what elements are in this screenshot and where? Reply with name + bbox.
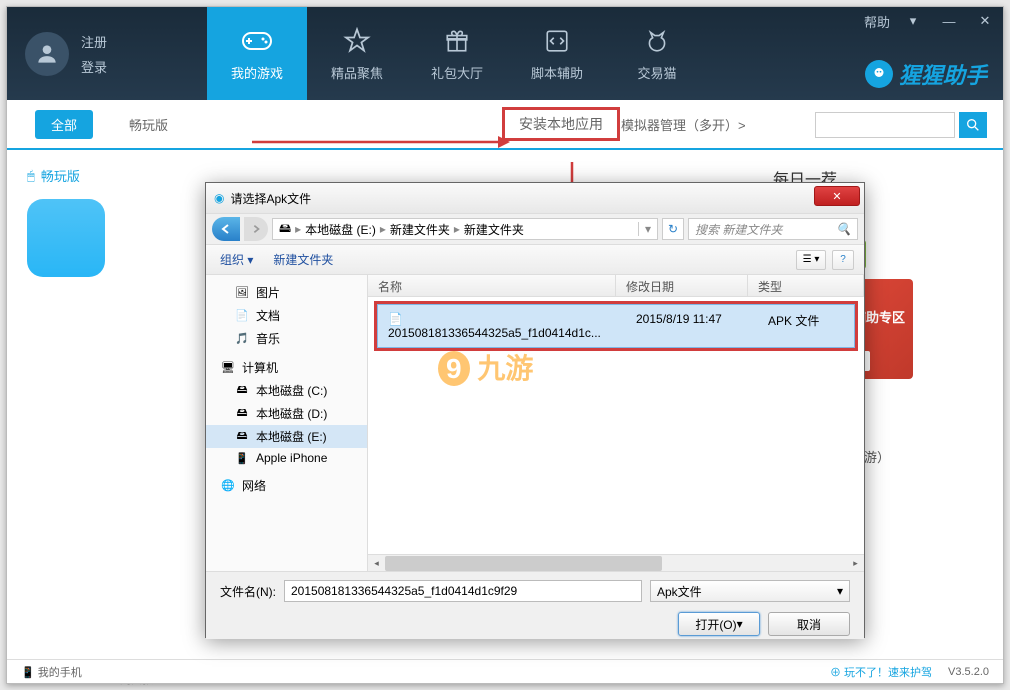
breadcrumb[interactable]: 🖴 ▸ 本地磁盘 (E:)▸ 新建文件夹▸ 新建文件夹 ▾ bbox=[272, 218, 658, 240]
install-local-button[interactable]: 安装本地应用 bbox=[502, 107, 620, 141]
help-button[interactable]: 帮助 bbox=[859, 7, 895, 35]
nav-forward-button[interactable] bbox=[244, 217, 268, 241]
emulator-manager-link[interactable]: 模拟器管理（多开）> bbox=[621, 115, 746, 134]
minimize-button[interactable]: — bbox=[931, 7, 967, 35]
watermark: 9 九游 bbox=[438, 347, 533, 387]
code-icon bbox=[541, 25, 573, 57]
register-link[interactable]: 注册 bbox=[81, 32, 107, 51]
dialog-title: 请选择Apk文件 bbox=[230, 190, 311, 207]
star-icon bbox=[341, 25, 373, 57]
dialog-close-button[interactable]: ✕ bbox=[814, 186, 860, 206]
search-icon bbox=[965, 117, 981, 133]
dropdown-button[interactable]: ▾ bbox=[895, 7, 931, 35]
tree-pictures[interactable]: 🖼图片 bbox=[206, 281, 367, 304]
folder-tree[interactable]: 🖼图片 📄文档 🎵音乐 🖥计算机 🖴本地磁盘 (C:) 🖴本地磁盘 (D:) 🖴… bbox=[206, 275, 368, 571]
login-link[interactable]: 登录 bbox=[81, 57, 107, 76]
tree-computer[interactable]: 🖥计算机 bbox=[206, 356, 367, 379]
header: 注册 登录 我的游戏 精品聚焦 礼包大厅 脚本辅助 交 bbox=[7, 7, 1003, 100]
annotation-arrow-1 bbox=[252, 132, 512, 152]
annotation-highlight: 📄 201508181336544325a5_f1d0414d1c... 201… bbox=[374, 301, 858, 351]
gift-icon bbox=[441, 25, 473, 57]
filename-input[interactable] bbox=[284, 580, 642, 602]
view-mode-button[interactable]: ☰ ▾ bbox=[796, 250, 826, 270]
open-button[interactable]: 打开(O) ▾ bbox=[678, 612, 760, 636]
dialog-search-input[interactable]: 搜索 新建文件夹 🔍 bbox=[688, 218, 858, 240]
search-input[interactable] bbox=[815, 112, 955, 138]
tab-scripts[interactable]: 脚本辅助 bbox=[507, 7, 607, 100]
file-open-dialog: ◉ 请选择Apk文件 ✕ 🖴 ▸ 本地磁盘 (E:)▸ 新建文件夹▸ 新建文件夹… bbox=[205, 182, 865, 638]
search-button[interactable] bbox=[959, 112, 987, 138]
tree-drive-c[interactable]: 🖴本地磁盘 (C:) bbox=[206, 379, 367, 402]
version-label: V3.5.2.0 bbox=[948, 666, 989, 678]
tree-drive-e[interactable]: 🖴本地磁盘 (E:) bbox=[206, 425, 367, 448]
dialog-titlebar[interactable]: ◉ 请选择Apk文件 ✕ bbox=[206, 183, 864, 213]
tab-my-games[interactable]: 我的游戏 bbox=[207, 7, 307, 100]
close-button[interactable]: ✕ bbox=[967, 7, 1003, 35]
tab-trade[interactable]: 交易猫 bbox=[607, 7, 707, 100]
avatar[interactable] bbox=[25, 32, 69, 76]
search-icon: 🔍 bbox=[836, 222, 851, 236]
tree-network[interactable]: 🌐网络 bbox=[206, 474, 367, 497]
column-headers[interactable]: 名称 修改日期 类型 bbox=[368, 275, 864, 297]
tree-iphone[interactable]: 📱Apple iPhone bbox=[206, 448, 367, 468]
cat-icon bbox=[641, 25, 673, 57]
nav-tabs: 我的游戏 精品聚焦 礼包大厅 脚本辅助 交易猫 bbox=[207, 7, 707, 100]
my-phone-button[interactable]: 📱 我的手机 bbox=[21, 664, 82, 680]
tab-featured[interactable]: 精品聚焦 bbox=[307, 7, 407, 100]
brand-logo: 猩猩助手 bbox=[865, 58, 987, 90]
tab-gifts[interactable]: 礼包大厅 bbox=[407, 7, 507, 100]
tree-music[interactable]: 🎵音乐 bbox=[206, 327, 367, 350]
filename-label: 文件名(N): bbox=[220, 583, 276, 600]
nav-back-button[interactable] bbox=[212, 217, 240, 241]
file-row[interactable]: 📄 201508181336544325a5_f1d0414d1c... 201… bbox=[377, 304, 855, 348]
mouse-icon: 🖱 bbox=[27, 168, 35, 184]
gamepad-icon bbox=[241, 25, 273, 57]
footer-help-link[interactable]: ⊕ 玩不了！速来护驾 bbox=[830, 664, 932, 680]
game-tile[interactable] bbox=[27, 199, 105, 277]
tree-drive-d[interactable]: 🖴本地磁盘 (D:) bbox=[206, 402, 367, 425]
status-bar: 📱 我的手机 ⊕ 玩不了！速来护驾 V3.5.2.0 bbox=[7, 659, 1003, 683]
organize-button[interactable]: 组织 ▾ bbox=[220, 251, 253, 268]
help-button[interactable]: ? bbox=[832, 250, 854, 270]
app-icon: ◉ bbox=[214, 191, 224, 205]
refresh-button[interactable]: ↻ bbox=[662, 218, 684, 240]
drive-icon: 🖴 bbox=[279, 219, 291, 240]
filter-all[interactable]: 全部 bbox=[35, 110, 93, 139]
cancel-button[interactable]: 取消 bbox=[768, 612, 850, 636]
new-folder-button[interactable]: 新建文件夹 bbox=[273, 251, 333, 268]
file-filter-select[interactable]: Apk文件▾ bbox=[650, 580, 850, 602]
filter-play[interactable]: 畅玩版 bbox=[113, 110, 184, 139]
tree-documents[interactable]: 📄文档 bbox=[206, 304, 367, 327]
horizontal-scrollbar[interactable]: ◂ ▸ bbox=[368, 554, 864, 571]
